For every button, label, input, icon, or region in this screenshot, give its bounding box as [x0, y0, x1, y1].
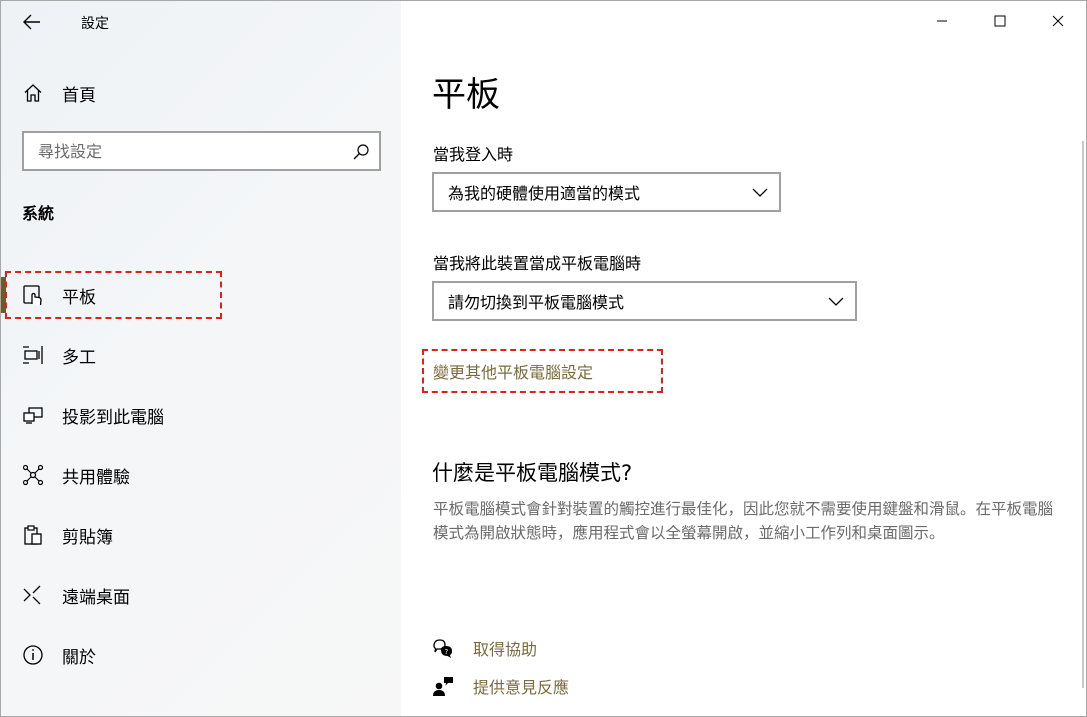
signin-mode-dropdown[interactable]: 為我的硬體使用適當的模式 [432, 172, 781, 212]
section-header-system: 系統 [22, 204, 55, 223]
minimize-icon [937, 20, 947, 22]
get-help-label: 取得協助 [473, 640, 538, 659]
home-icon [21, 81, 45, 105]
back-button[interactable] [19, 10, 45, 34]
tablet-icon [21, 283, 45, 307]
app-title: 設定 [81, 16, 109, 32]
svg-text:?: ? [445, 648, 449, 656]
feedback-link[interactable]: 提供意見反應 [431, 671, 569, 701]
main-content: 平板 當我登入時 為我的硬體使用適當的模式 當我將此裝置當成平板電腦時 請勿切換… [401, 1, 1086, 716]
change-tablet-settings-link[interactable]: 變更其他平板電腦設定 [433, 359, 593, 383]
nav-item-label: 共用體驗 [62, 467, 130, 488]
nav-home-label: 首頁 [62, 85, 96, 106]
feedback-label: 提供意見反應 [473, 678, 570, 697]
nav-item-label: 投影到此電腦 [62, 407, 164, 428]
nav-item-shared-experiences[interactable]: 共用體驗 [1, 445, 401, 505]
maximize-icon [994, 15, 1006, 27]
nav-home[interactable]: 首頁 [1, 73, 401, 113]
scrollbar[interactable] [1082, 141, 1084, 688]
settings-window: 設定 首頁 系統 [0, 0, 1087, 717]
feedback-icon [431, 674, 455, 698]
search-input[interactable] [24, 133, 344, 169]
nav-item-clipboard[interactable]: 剪貼簿 [1, 505, 401, 565]
nav-list: 平板 多工 投影到此電腦 共用體驗 剪貼簿 遠端桌面 關於 [1, 265, 401, 685]
close-button[interactable] [1030, 1, 1086, 41]
nav-item-label: 遠端桌面 [62, 587, 130, 608]
tablet-mode-heading: 什麼是平板電腦模式? [432, 461, 633, 485]
tablet-use-label: 當我將此裝置當成平板電腦時 [433, 254, 642, 273]
nav-item-label: 多工 [62, 347, 96, 368]
nav-item-label: 剪貼簿 [62, 527, 113, 548]
multitasking-icon [21, 343, 45, 367]
clipboard-icon [21, 523, 45, 547]
nav-item-about[interactable]: 關於 [1, 625, 401, 685]
project-icon [21, 403, 45, 427]
nav-item-multitasking[interactable]: 多工 [1, 325, 401, 385]
nav-item-remote-desktop[interactable]: 遠端桌面 [1, 565, 401, 625]
dropdown-value: 請勿切換到平板電腦模式 [448, 293, 625, 312]
maximize-button[interactable] [972, 1, 1028, 41]
get-help-link[interactable]: ? 取得協助 [431, 633, 537, 663]
remote-desktop-icon [21, 583, 45, 607]
dropdown-value: 為我的硬體使用適當的模式 [448, 184, 641, 203]
signin-label: 當我登入時 [433, 145, 514, 164]
help-chat-icon: ? [431, 636, 455, 660]
search-icon[interactable] [351, 142, 371, 162]
chevron-down-icon [751, 184, 769, 202]
nav-item-project[interactable]: 投影到此電腦 [1, 385, 401, 445]
page-title: 平板 [432, 75, 500, 115]
search-box[interactable] [22, 131, 381, 171]
minimize-button[interactable] [914, 1, 970, 41]
info-icon [21, 643, 45, 667]
nav-item-label: 平板 [62, 287, 96, 308]
sidebar: 設定 首頁 系統 [1, 1, 401, 716]
nav-item-tablet[interactable]: 平板 [1, 265, 401, 325]
close-icon [1052, 15, 1064, 27]
shared-experiences-icon [21, 463, 45, 487]
chevron-down-icon [827, 293, 845, 311]
back-arrow-icon [23, 14, 40, 30]
tablet-mode-description: 平板電腦模式會針對裝置的觸控進行最佳化，因此您就不需要使用鍵盤和滑鼠。在平板電腦… [433, 500, 1054, 542]
tablet-switch-dropdown[interactable]: 請勿切換到平板電腦模式 [432, 281, 857, 321]
nav-item-label: 關於 [62, 647, 96, 668]
